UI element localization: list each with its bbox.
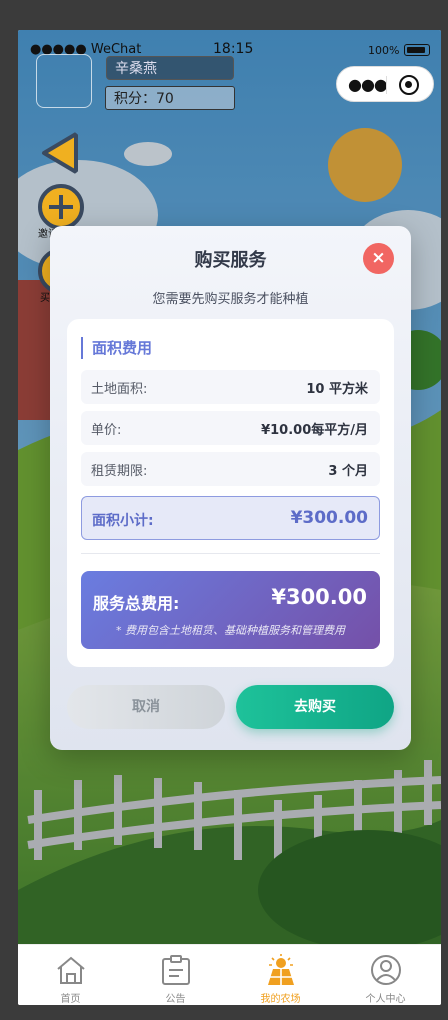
tab-profile[interactable]: 个人中心	[333, 945, 438, 1005]
back-arrow-icon[interactable]	[36, 128, 86, 178]
dialog-title: 购买服务	[194, 250, 267, 271]
player-name: 辛桑燕	[106, 56, 234, 80]
area-subtotal: 面积小计: ¥300.00	[81, 496, 380, 540]
divider	[81, 553, 380, 554]
total-label: 服务总费用:	[93, 594, 180, 613]
tab-label: 首页	[60, 994, 81, 1005]
dialog-subtitle: 您需要先购买服务才能种植	[152, 292, 309, 307]
close-miniprogram-icon[interactable]	[399, 75, 419, 95]
tab-notice[interactable]: 公告	[123, 945, 228, 1005]
user-icon	[371, 955, 401, 985]
fee-row-area: 土地面积: 10 平方米	[81, 370, 380, 404]
buy-button-label: 买	[40, 293, 50, 304]
tab-label: 个人中心	[365, 994, 406, 1005]
total-value: ¥300.00	[271, 585, 367, 609]
clock-label: 18:15	[213, 41, 254, 57]
player-points: 积分：70	[105, 86, 235, 110]
subtotal-label: 面积小计:	[92, 513, 154, 529]
fee-row-value: ¥10.00每平方/月	[261, 423, 368, 438]
notice-icon	[162, 955, 190, 985]
phone-screen: ●●●●● WeChat 18:15 100% ●●● 辛桑燕 积分：70 邀请…	[18, 30, 441, 1005]
fee-row-value: 3 个月	[328, 464, 368, 479]
miniprogram-capsule: ●●●	[336, 66, 434, 102]
section-title: 面积费用	[81, 337, 152, 359]
fee-card: 面积费用 土地面积: 10 平方米 单价: ¥10.00每平方/月 租赁期限: …	[67, 319, 394, 667]
fee-row-label: 单价:	[91, 423, 122, 438]
tab-label: 公告	[165, 994, 186, 1005]
farm-icon	[268, 954, 294, 985]
tab-my-farm[interactable]: 我的农场	[228, 945, 333, 1005]
fee-row-label: 租赁期限:	[91, 464, 148, 479]
close-button[interactable]: ×	[363, 243, 394, 274]
tab-label: 我的农场	[260, 994, 301, 1005]
avatar[interactable]	[36, 54, 92, 108]
subtotal-value: ¥300.00	[290, 508, 368, 528]
fee-row-value: 10 平方米	[306, 382, 368, 397]
fee-note: * 费用包含土地租赁、基础种植服务和管理费用	[116, 624, 345, 637]
bottom-tab-bar: 首页 公告 我的农场 个人中心	[18, 944, 441, 1005]
purchase-service-dialog: 购买服务 × 您需要先购买服务才能种植 面积费用 土地面积: 10 平方米 单价…	[50, 226, 411, 750]
more-icon[interactable]: ●●●	[348, 75, 388, 94]
total-fee-box: 服务总费用: ¥300.00 * 费用包含土地租赁、基础种植服务和管理费用	[81, 571, 380, 649]
battery-icon	[404, 44, 430, 56]
buy-button[interactable]: 去购买	[236, 685, 394, 729]
fee-row-label: 土地面积:	[91, 382, 148, 397]
tab-home[interactable]: 首页	[18, 945, 123, 1005]
home-icon	[57, 956, 85, 984]
fee-row-unit-price: 单价: ¥10.00每平方/月	[81, 411, 380, 445]
battery-percent: 100%	[368, 44, 400, 57]
capsule-divider	[386, 76, 387, 94]
close-icon: ×	[371, 248, 386, 268]
fee-row-lease-period: 租赁期限: 3 个月	[81, 452, 380, 486]
cancel-button[interactable]: 取消	[67, 685, 225, 729]
